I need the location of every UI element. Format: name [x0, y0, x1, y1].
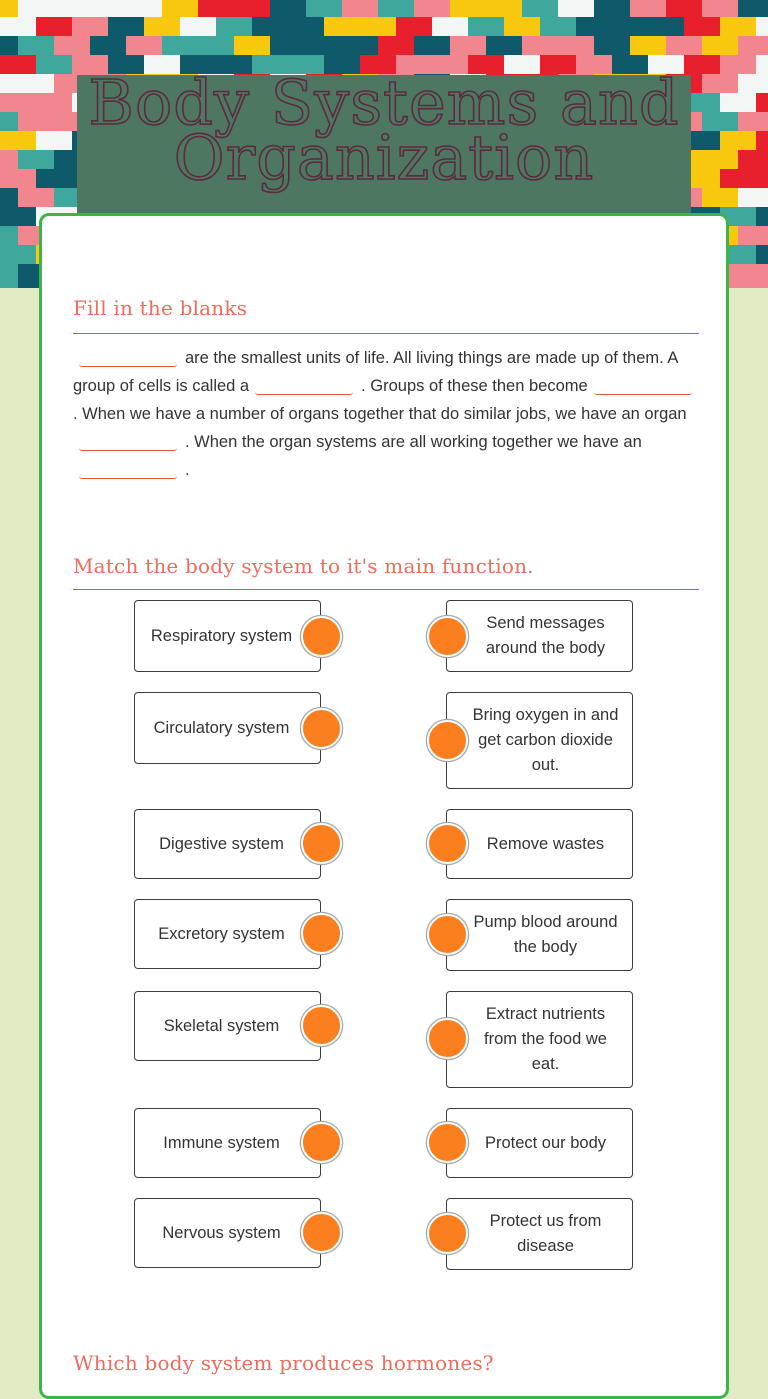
worksheet-card: Fill in the blanks are the smallest unit… — [39, 213, 729, 1399]
worksheet-title: Body Systems and Organization — [77, 66, 691, 194]
hormones-question-heading: Which body system produces hormones? — [73, 1351, 494, 1375]
section-divider — [73, 333, 699, 334]
match-connector-dot[interactable] — [301, 913, 342, 954]
match-connector-dot[interactable] — [301, 1212, 342, 1253]
match-left-excretory[interactable]: Excretory system — [134, 899, 321, 969]
match-left-immune[interactable]: Immune system — [134, 1108, 321, 1178]
match-left-label: Digestive system — [159, 834, 284, 853]
match-connector-dot[interactable] — [427, 914, 468, 955]
match-right-label: Pump blood around the body — [473, 913, 618, 956]
match-right-protect-body[interactable]: Protect our body — [446, 1108, 633, 1178]
match-right-messages[interactable]: Send messages around the body — [446, 600, 633, 672]
blank-input-3[interactable] — [593, 378, 692, 395]
blank-input-5[interactable] — [79, 462, 177, 479]
match-right-oxygen[interactable]: Bring oxygen in and get carbon dioxide o… — [446, 692, 633, 789]
fill-blanks-paragraph: are the smallest units of life. All livi… — [73, 344, 701, 484]
matching-heading: Match the body system to it's main funct… — [73, 554, 534, 578]
match-left-nervous[interactable]: Nervous system — [134, 1198, 321, 1268]
paragraph-text: . When we have a number of organs togeth… — [73, 405, 687, 423]
fill-blanks-heading: Fill in the blanks — [73, 296, 248, 320]
scale-shape — [738, 264, 768, 288]
match-connector-dot[interactable] — [427, 616, 468, 657]
match-left-label: Respiratory system — [150, 626, 293, 645]
match-left-respiratory[interactable]: Respiratory system — [134, 600, 321, 672]
match-right-label: Bring oxygen in and get carbon dioxide o… — [472, 706, 619, 774]
match-right-nutrients[interactable]: Extract nutrients from the food we eat. — [446, 991, 633, 1088]
paragraph-text: . Groups of these then become — [361, 377, 588, 395]
title-banner: Body Systems and Organization — [77, 66, 691, 220]
match-left-skeletal[interactable]: Skeletal system — [134, 991, 321, 1061]
match-left-label: Circulatory system — [153, 718, 290, 737]
match-connector-dot[interactable] — [427, 720, 468, 761]
match-right-label: Send messages around the body — [485, 614, 606, 657]
match-right-label: Extract nutrients from the food we eat. — [484, 1005, 607, 1073]
blank-input-1[interactable] — [79, 350, 177, 367]
match-left-label: Immune system — [163, 1133, 280, 1152]
match-connector-dot[interactable] — [301, 708, 342, 749]
section-divider — [73, 589, 699, 590]
match-right-disease[interactable]: Protect us from disease — [446, 1198, 633, 1270]
match-left-label: Excretory system — [158, 924, 285, 943]
match-right-label: Protect our body — [484, 1133, 607, 1152]
title-line-1: Body Systems and — [88, 66, 680, 139]
match-right-label: Protect us from disease — [489, 1212, 602, 1255]
match-connector-dot[interactable] — [427, 1122, 468, 1163]
match-right-label: Remove wastes — [486, 834, 605, 853]
blank-input-2[interactable] — [255, 378, 354, 395]
match-right-wastes[interactable]: Remove wastes — [446, 809, 633, 879]
match-connector-dot[interactable] — [427, 823, 468, 864]
match-left-label: Skeletal system — [163, 1016, 280, 1035]
match-left-circulatory[interactable]: Circulatory system — [134, 692, 321, 764]
match-left-digestive[interactable]: Digestive system — [134, 809, 321, 879]
match-connector-dot[interactable] — [301, 1122, 342, 1163]
scale-shape — [0, 264, 18, 288]
match-connector-dot[interactable] — [301, 616, 342, 657]
match-connector-dot[interactable] — [427, 1018, 468, 1059]
paragraph-text: . — [185, 461, 190, 479]
match-left-label: Nervous system — [162, 1223, 281, 1242]
title-line-2: Organization — [173, 121, 595, 194]
match-connector-dot[interactable] — [427, 1213, 468, 1254]
blank-input-4[interactable] — [79, 434, 177, 451]
match-right-pump-blood[interactable]: Pump blood around the body — [446, 899, 633, 971]
match-connector-dot[interactable] — [301, 1005, 342, 1046]
match-connector-dot[interactable] — [301, 823, 342, 864]
paragraph-text: . When the organ systems are all working… — [185, 433, 642, 451]
